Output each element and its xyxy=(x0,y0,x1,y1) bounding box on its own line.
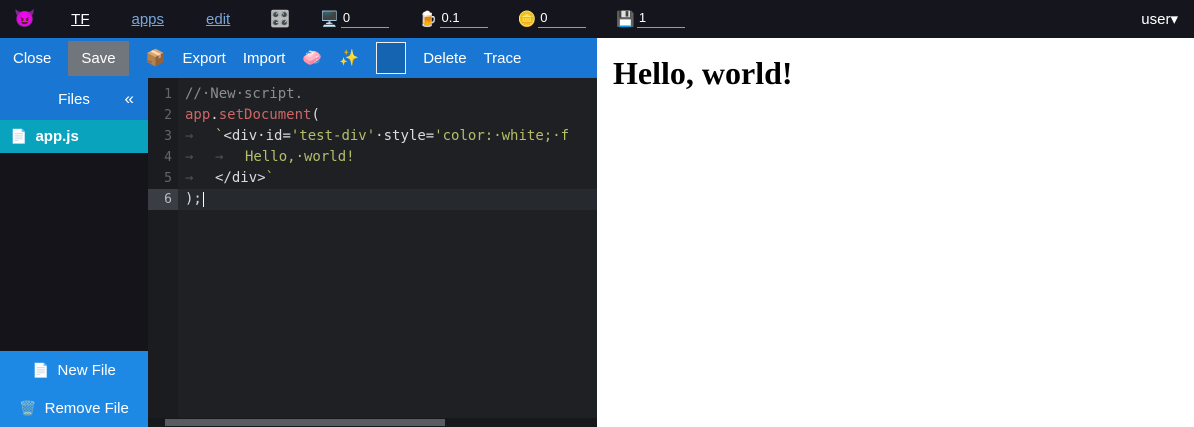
remove-file-icon: 🗑️ xyxy=(19,400,36,417)
gutter: 123456 xyxy=(148,78,178,427)
code-line[interactable]: →</div>` xyxy=(178,168,597,189)
code-token-string: Hello,·world! xyxy=(245,149,355,165)
code-token-string: 'test-div' xyxy=(291,128,375,144)
line-number: 5 xyxy=(148,168,178,189)
beer-icon: 🍺 xyxy=(419,10,438,28)
coin-icon: 🪙 xyxy=(518,10,537,28)
horizontal-scrollbar-track xyxy=(148,418,597,427)
close-button[interactable]: Close xyxy=(13,50,51,67)
preview-heading: Hello, world! xyxy=(613,55,1194,92)
files-header: Files « xyxy=(0,78,148,120)
file-name: app.js xyxy=(35,128,78,145)
code-token-plain: ·style= xyxy=(375,128,434,144)
code-token-string: ` xyxy=(266,170,274,186)
controls-icon[interactable]: 🎛️ xyxy=(270,9,290,29)
line-number: 6 xyxy=(148,189,178,210)
sparkles-icon[interactable]: ✨ xyxy=(339,48,359,68)
code-line[interactable]: app.setDocument( xyxy=(178,105,597,126)
stat-floppy-value[interactable]: 1 xyxy=(637,10,685,28)
new-file-icon: 📄 xyxy=(32,362,49,379)
collapse-sidebar-icon[interactable]: « xyxy=(125,89,134,109)
editor-toolbar: Close Save 📦 Export Import 🧼 ✨ Delete Tr… xyxy=(0,38,597,78)
topbar: 😈 TF apps edit 🎛️ 🖥️ 0 🍺 0.1 🪙 0 💾 1 use… xyxy=(0,0,1194,38)
stat-monitor-value[interactable]: 0 xyxy=(341,10,389,28)
soap-icon[interactable]: 🧼 xyxy=(302,48,322,68)
monitor-icon: 🖥️ xyxy=(320,10,339,28)
code-line[interactable]: //·New·script. xyxy=(178,84,597,105)
code-line[interactable]: →→Hello,·world! xyxy=(178,147,597,168)
new-file-button[interactable]: 📄 New File xyxy=(0,351,148,389)
code-token-string: 'color:·white;·f xyxy=(434,128,569,144)
code-token-comment: //·New·script. xyxy=(185,86,303,102)
files-header-label: Files xyxy=(58,91,90,108)
stat-floppy: 💾 1 xyxy=(616,10,685,28)
line-number: 2 xyxy=(148,105,178,126)
delete-button[interactable]: Delete xyxy=(423,50,466,67)
remove-file-button[interactable]: 🗑️ Remove File xyxy=(0,389,148,427)
empty-slot-button[interactable] xyxy=(376,42,406,74)
nav-apps-link[interactable]: apps xyxy=(132,11,165,28)
line-number: 3 xyxy=(148,126,178,147)
import-button[interactable]: Import xyxy=(243,50,286,67)
preview-pane: Hello, world! xyxy=(597,38,1194,427)
code-line[interactable]: ); xyxy=(178,189,597,210)
code-token-plain: ); xyxy=(185,191,202,207)
code-token-plain: ( xyxy=(311,107,319,123)
user-menu[interactable]: user▾ xyxy=(1141,10,1178,28)
code-token-tab: → xyxy=(185,126,215,147)
horizontal-scrollbar-thumb[interactable] xyxy=(165,419,445,426)
package-icon[interactable]: 📦 xyxy=(146,48,166,68)
remove-file-label: Remove File xyxy=(45,400,129,417)
file-icon: 📄 xyxy=(10,128,27,145)
code-token-tab: → xyxy=(185,147,215,168)
trace-button[interactable]: Trace xyxy=(484,50,522,67)
stat-beer: 🍺 0.1 xyxy=(419,10,488,28)
stat-beer-value[interactable]: 0.1 xyxy=(440,10,488,28)
stat-monitor: 🖥️ 0 xyxy=(320,10,389,28)
files-sidebar: Files « 📄 app.js 📄 New File 🗑️ Remove Fi… xyxy=(0,78,148,427)
export-button[interactable]: Export xyxy=(182,50,225,67)
code-token-variable: app xyxy=(185,107,210,123)
code-token-tab: → xyxy=(185,168,215,189)
code-line[interactable]: →`<div·id='test-div'·style='color:·white… xyxy=(178,126,597,147)
brand-link[interactable]: TF xyxy=(71,11,89,28)
new-file-label: New File xyxy=(58,362,116,379)
save-button[interactable]: Save xyxy=(68,41,128,76)
devil-logo-icon: 😈 xyxy=(14,9,35,29)
stat-coin: 🪙 0 xyxy=(518,10,587,28)
code-editor[interactable]: 123456 //·New·script.app.setDocument(→`<… xyxy=(148,78,597,427)
code-token-variable: setDocument xyxy=(219,107,312,123)
stat-coin-value[interactable]: 0 xyxy=(538,10,586,28)
text-cursor xyxy=(203,192,204,207)
sidebar-filler xyxy=(0,153,148,351)
code-token-plain: </div> xyxy=(215,170,266,186)
code-token-tab: → xyxy=(215,147,245,168)
line-number: 4 xyxy=(148,147,178,168)
code-lines[interactable]: //·New·script.app.setDocument(→`<div·id=… xyxy=(178,78,597,427)
file-item-appjs[interactable]: 📄 app.js xyxy=(0,120,148,153)
code-token-plain: . xyxy=(210,107,218,123)
line-number: 1 xyxy=(148,84,178,105)
code-token-plain: <div·id= xyxy=(223,128,290,144)
nav-edit-link[interactable]: edit xyxy=(206,11,230,28)
floppy-icon: 💾 xyxy=(616,10,635,28)
